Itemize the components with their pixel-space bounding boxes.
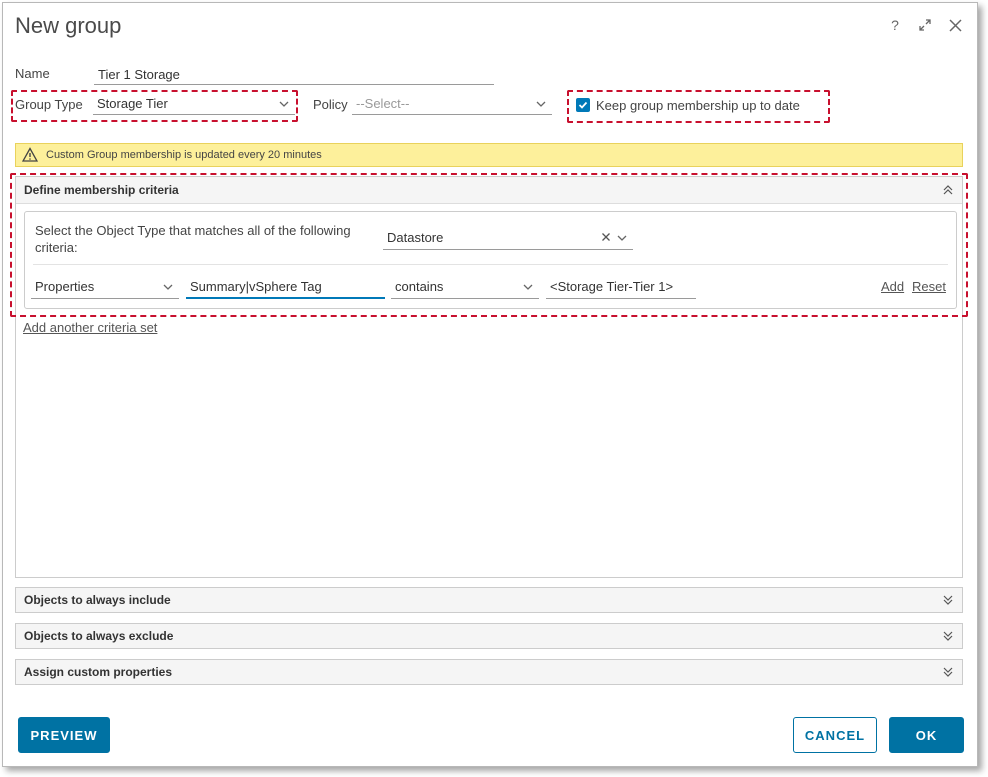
chevron-down-icon <box>279 101 289 107</box>
checkmark-icon <box>578 101 588 109</box>
new-group-dialog: New group ? Name Tier 1 Storage Group Ty… <box>2 2 978 767</box>
expand-icon[interactable] <box>917 17 933 33</box>
alert-text: Custom Group membership is updated every… <box>46 149 322 161</box>
warning-icon <box>22 147 38 162</box>
preview-button[interactable]: PREVIEW <box>18 717 110 753</box>
criteria-value-input[interactable]: <Storage Tier-Tier 1> <box>546 275 696 299</box>
group-type-value: Storage Tier <box>97 96 168 111</box>
add-criteria-set-link[interactable]: Add another criteria set <box>23 320 157 335</box>
membership-criteria-panel: Define membership criteria Select the Ob… <box>15 176 963 578</box>
expand-chevron-icon[interactable] <box>942 630 954 642</box>
section-include-title: Objects to always include <box>24 593 171 607</box>
section-include[interactable]: Objects to always include <box>15 587 963 613</box>
section-custom-properties-header[interactable]: Assign custom properties <box>16 660 962 684</box>
field-type-select[interactable]: Properties <box>31 275 179 299</box>
cancel-button[interactable]: CANCEL <box>793 717 877 753</box>
chevron-down-icon <box>617 235 627 241</box>
section-include-header[interactable]: Objects to always include <box>16 588 962 612</box>
operator-select[interactable]: contains <box>391 275 539 299</box>
criteria-divider <box>33 264 948 265</box>
ok-button[interactable]: OK <box>889 717 964 753</box>
field-type-value: Properties <box>35 279 95 294</box>
chevron-down-icon <box>163 284 173 290</box>
collapse-icon[interactable] <box>942 184 954 196</box>
close-icon[interactable] <box>947 17 963 33</box>
clear-icon[interactable] <box>601 232 611 242</box>
reset-link[interactable]: Reset <box>912 279 946 294</box>
criteria-set: Select the Object Type that matches all … <box>24 211 957 309</box>
property-input[interactable]: Summary|vSphere Tag <box>186 275 385 299</box>
section-exclude[interactable]: Objects to always exclude <box>15 623 963 649</box>
group-type-select[interactable]: Storage Tier <box>93 93 295 115</box>
expand-chevron-icon[interactable] <box>942 666 954 678</box>
keep-updated-label: Keep group membership up to date <box>596 98 800 113</box>
name-label: Name <box>15 66 50 81</box>
policy-placeholder: --Select-- <box>356 96 410 111</box>
section-custom-properties[interactable]: Assign custom properties <box>15 659 963 685</box>
name-field[interactable]: Tier 1 Storage <box>94 65 494 85</box>
operator-value: contains <box>395 279 444 294</box>
keep-updated-checkbox[interactable] <box>576 98 590 112</box>
dialog-title: New group <box>15 13 122 38</box>
help-icon[interactable]: ? <box>887 17 903 33</box>
info-alert: Custom Group membership is updated every… <box>15 143 963 167</box>
expand-chevron-icon[interactable] <box>942 594 954 606</box>
header-icons: ? <box>887 17 963 33</box>
chevron-down-icon <box>536 101 546 107</box>
object-type-select[interactable]: Datastore <box>383 226 633 250</box>
group-type-label: Group Type <box>15 97 83 112</box>
section-exclude-title: Objects to always exclude <box>24 629 174 643</box>
policy-select[interactable]: --Select-- <box>352 93 552 115</box>
membership-criteria-header[interactable]: Define membership criteria <box>16 177 962 204</box>
membership-criteria-title: Define membership criteria <box>24 183 179 197</box>
property-value: Summary|vSphere Tag <box>190 278 322 294</box>
section-custom-properties-title: Assign custom properties <box>24 665 173 679</box>
criteria-instruction: Select the Object Type that matches all … <box>35 223 351 255</box>
section-exclude-header[interactable]: Objects to always exclude <box>16 624 962 648</box>
add-link[interactable]: Add <box>881 279 904 294</box>
chevron-down-icon <box>523 284 533 290</box>
policy-label: Policy <box>313 97 348 112</box>
object-type-value: Datastore <box>387 230 444 245</box>
criteria-value: <Storage Tier-Tier 1> <box>550 279 674 294</box>
